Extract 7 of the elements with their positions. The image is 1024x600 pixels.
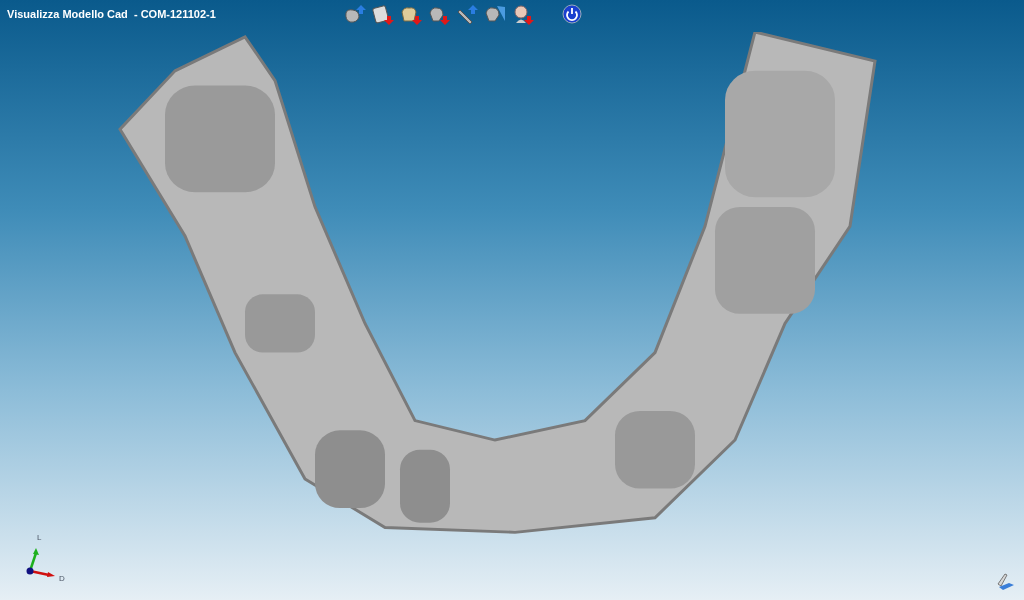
scan-download-icon[interactable] — [371, 3, 395, 27]
axis-label: L — [37, 532, 42, 544]
window-title: Visualizza Modello Cad - COM-121102-1 — [7, 7, 216, 22]
head-download-icon[interactable] — [511, 3, 535, 27]
bar-upload-icon[interactable] — [455, 3, 479, 27]
axis-label: D — [59, 573, 65, 585]
power-icon[interactable] — [562, 4, 582, 24]
